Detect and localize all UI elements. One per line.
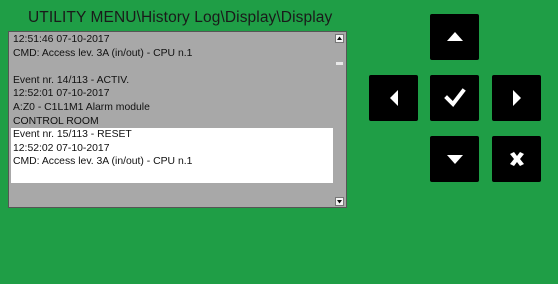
log-line[interactable]: A:Z0 - C1L1M1 Alarm module [11, 101, 333, 115]
log-line[interactable]: Event nr. 14/113 - ACTIV. [11, 74, 333, 88]
arrow-right-icon [510, 88, 524, 108]
log-line-selected[interactable]: CMD: Access lev. 3A (in/out) - CPU n.1 [11, 155, 333, 169]
right-button[interactable] [492, 75, 541, 121]
arrow-up-icon [445, 30, 465, 44]
log-line[interactable]: CONTROL ROOM [11, 115, 333, 129]
utility-menu-screen: UTILITY MENU\History Log\Display\Display… [0, 0, 558, 284]
confirm-button[interactable] [430, 75, 479, 121]
down-button[interactable] [430, 136, 479, 182]
history-log-panel[interactable]: 12:51:46 07-10-2017 CMD: Access lev. 3A (… [8, 31, 347, 208]
history-log-list[interactable]: 12:51:46 07-10-2017 CMD: Access lev. 3A (… [11, 33, 333, 205]
cancel-button[interactable] [492, 136, 541, 182]
checkmark-icon [443, 88, 466, 108]
log-line-selected[interactable]: Event nr. 15/113 - RESET [11, 128, 333, 142]
left-button[interactable] [369, 75, 418, 121]
arrow-left-icon [387, 88, 401, 108]
scroll-down-arrow-icon[interactable] [335, 197, 344, 206]
up-button[interactable] [430, 14, 479, 60]
log-line[interactable]: 12:51:46 07-10-2017 [11, 33, 333, 47]
log-line[interactable] [11, 60, 333, 74]
log-line[interactable]: 12:52:01 07-10-2017 [11, 87, 333, 101]
scroll-up-arrow-icon[interactable] [335, 34, 344, 43]
scrollbar-thumb[interactable] [336, 62, 343, 65]
arrow-down-icon [445, 152, 465, 166]
page-title: UTILITY MENU\History Log\Display\Display [28, 9, 333, 26]
cancel-x-icon [507, 149, 527, 169]
log-line-selected[interactable] [11, 168, 333, 183]
log-line-selected[interactable]: 12:52:02 07-10-2017 [11, 141, 333, 156]
log-scrollbar[interactable] [335, 34, 344, 206]
log-line[interactable]: CMD: Access lev. 3A (in/out) - CPU n.1 [11, 47, 333, 61]
